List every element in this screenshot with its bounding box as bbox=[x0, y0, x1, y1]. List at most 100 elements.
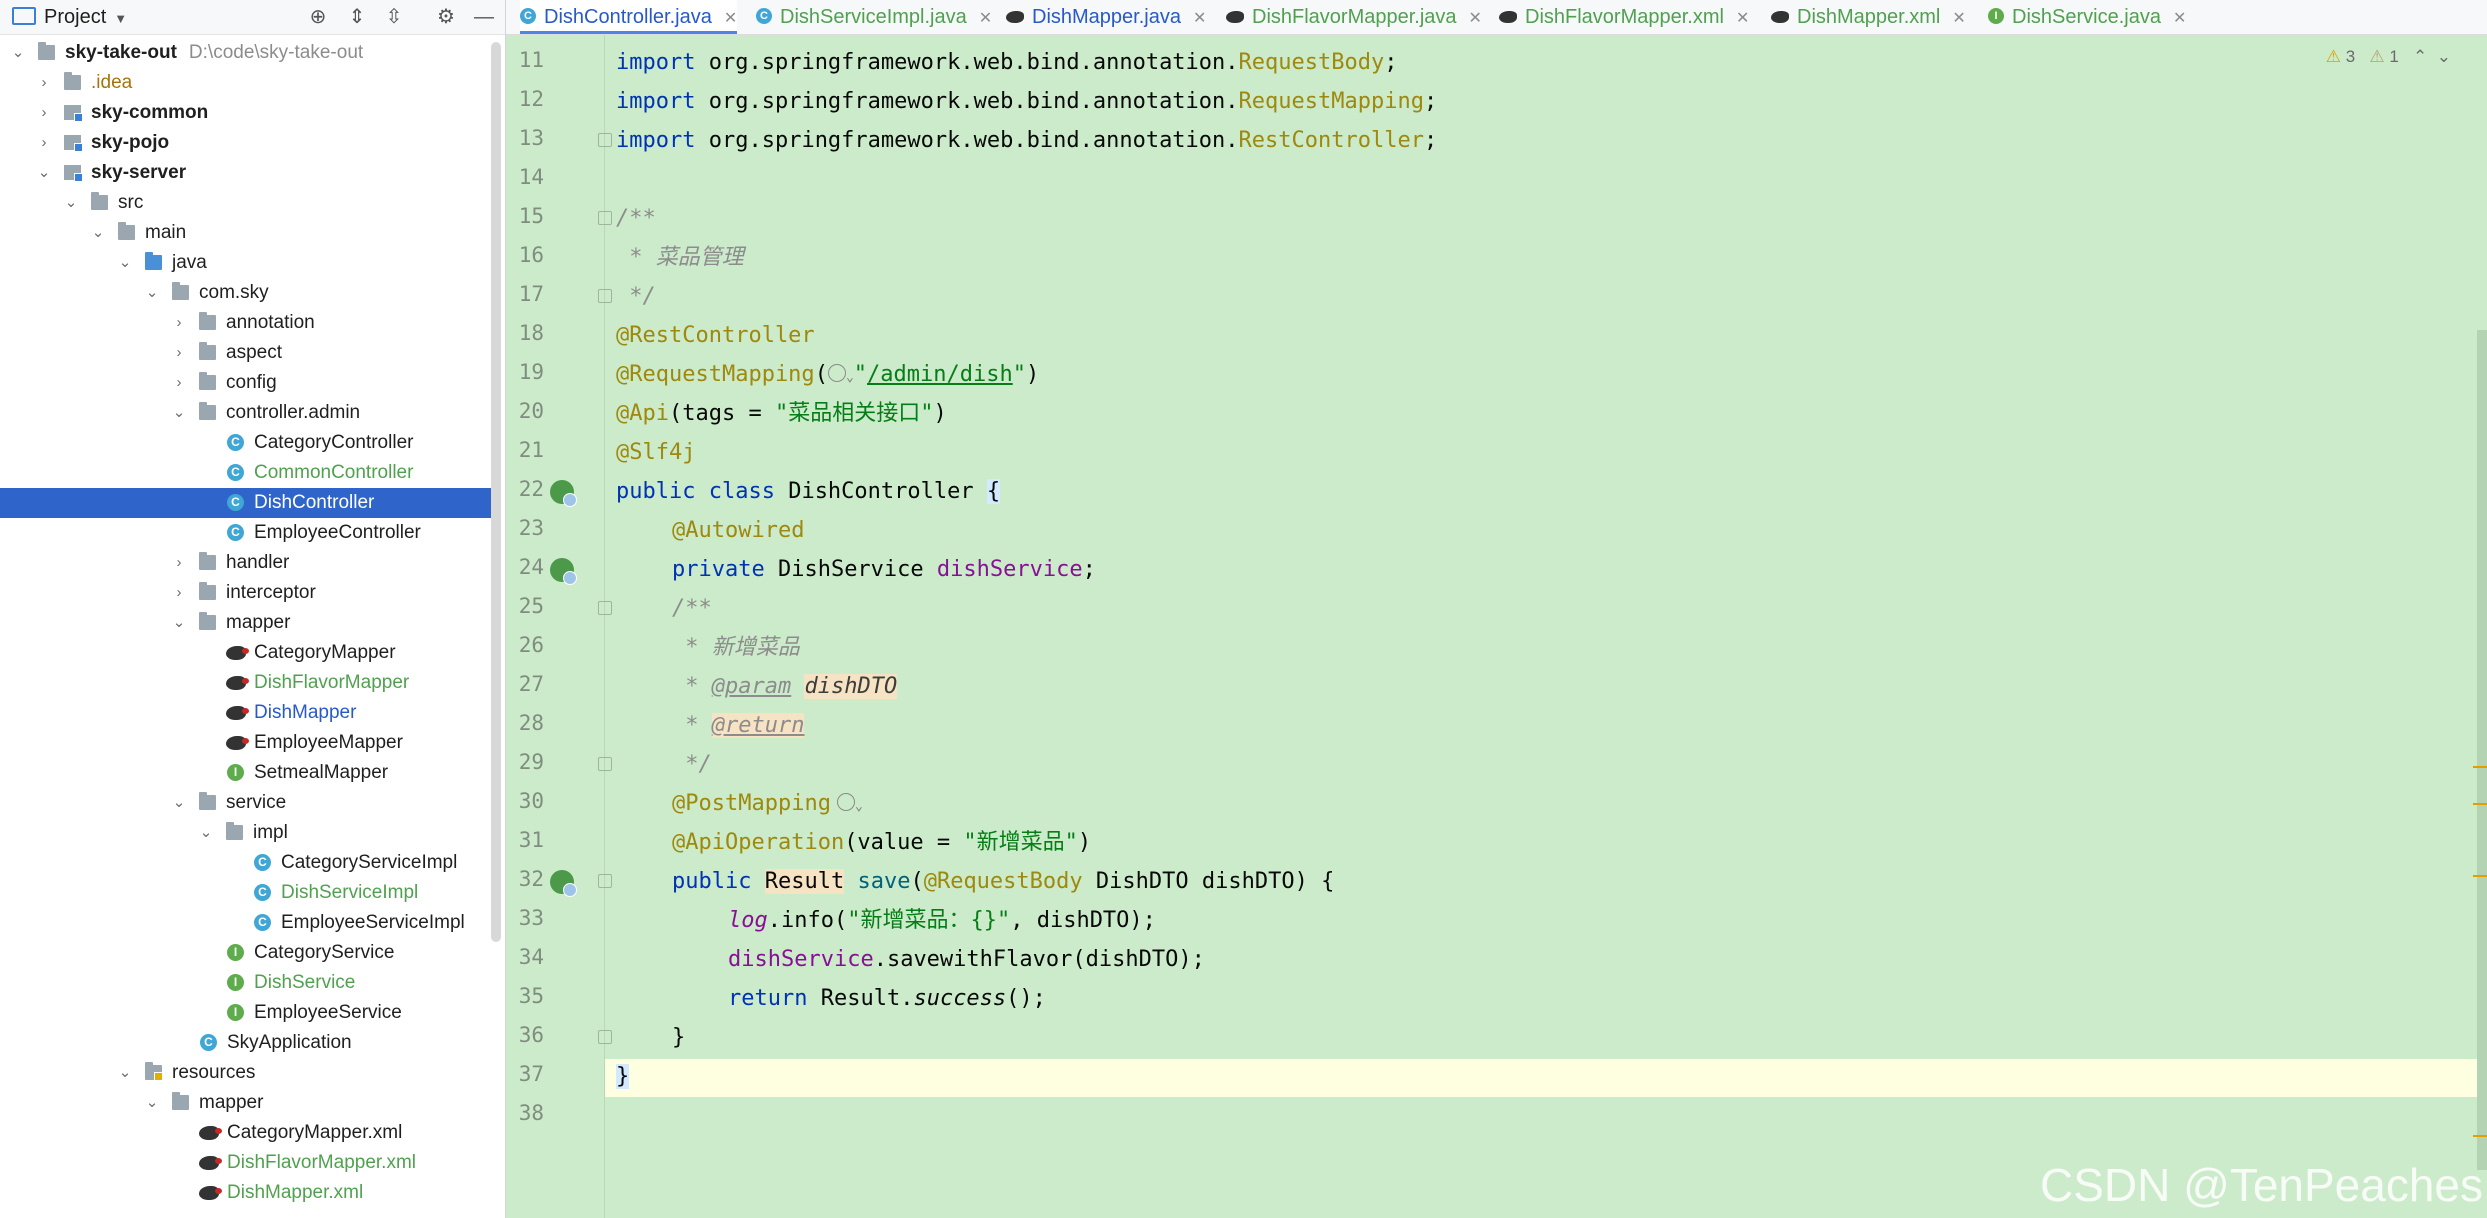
close-icon[interactable]: ✕ bbox=[1469, 10, 1482, 27]
chevron-down-icon[interactable]: ⌄ bbox=[10, 38, 26, 68]
tree-item-sky-server[interactable]: ⌄ sky-server bbox=[0, 158, 492, 188]
close-icon[interactable]: ✕ bbox=[1736, 10, 1749, 27]
chevron-down-icon[interactable]: ⌄ bbox=[198, 818, 214, 848]
tree-item-sky-pojo[interactable]: › sky-pojo bbox=[0, 128, 492, 158]
collapse-all-icon[interactable]: ⇳ bbox=[380, 3, 408, 31]
tree-item-category-mapper[interactable]: CategoryMapper bbox=[0, 638, 492, 668]
tree-item-employee-service-impl[interactable]: C EmployeeServiceImpl bbox=[0, 908, 492, 938]
tree-item-category-service[interactable]: I CategoryService bbox=[0, 938, 492, 968]
chevron-down-icon[interactable]: ⌄ bbox=[90, 218, 106, 248]
warning-marker[interactable] bbox=[2473, 875, 2487, 877]
chevron-down-icon[interactable]: ⌄ bbox=[2437, 47, 2451, 66]
globe-icon[interactable] bbox=[836, 793, 855, 811]
web-endpoint-icon[interactable] bbox=[550, 870, 577, 897]
chevron-down-icon[interactable]: ⌄ bbox=[144, 278, 160, 308]
fold-marker-icon[interactable] bbox=[598, 289, 612, 303]
tree-item-main[interactable]: ⌄ main bbox=[0, 218, 492, 248]
tree-item-dish-service-impl[interactable]: C DishServiceImpl bbox=[0, 878, 492, 908]
chevron-down-icon[interactable]: ⌄ bbox=[117, 1058, 133, 1088]
fold-marker-icon[interactable] bbox=[598, 874, 612, 888]
close-icon[interactable]: ✕ bbox=[724, 10, 737, 27]
chevron-right-icon[interactable]: › bbox=[36, 98, 52, 128]
chevron-right-icon[interactable]: › bbox=[171, 308, 187, 338]
project-scrollbar[interactable] bbox=[491, 42, 501, 942]
chevron-down-icon[interactable]: ⌄ bbox=[855, 799, 863, 814]
close-icon[interactable]: ✕ bbox=[1952, 10, 1965, 27]
tree-item-category-mapper-xml[interactable]: CategoryMapper.xml bbox=[0, 1118, 492, 1148]
tree-item-impl[interactable]: ⌄ impl bbox=[0, 818, 492, 848]
tab-dish-mapper-java[interactable]: DishMapper.java ✕ bbox=[1006, 0, 1206, 34]
tab-dish-service-java[interactable]: I DishService.java ✕ bbox=[1988, 0, 2186, 34]
chevron-right-icon[interactable]: › bbox=[171, 368, 187, 398]
tree-item-dish-service[interactable]: I DishService bbox=[0, 968, 492, 998]
chevron-down-icon[interactable]: ⌄ bbox=[171, 608, 187, 638]
code-editor[interactable]: 11 12 13 14 15 16 17 18 19 20 21 22 23 2… bbox=[506, 35, 2487, 1218]
chevron-down-icon[interactable]: ⌄ bbox=[63, 188, 79, 218]
expand-all-icon[interactable]: ⇕ bbox=[343, 3, 371, 31]
chevron-down-icon[interactable]: ⌄ bbox=[144, 1088, 160, 1118]
tree-item-common-controller[interactable]: C CommonController bbox=[0, 458, 492, 488]
fold-marker-icon[interactable] bbox=[598, 1030, 612, 1044]
project-view-selector[interactable]: Project ▼ bbox=[12, 0, 127, 34]
tab-dish-service-impl-java[interactable]: C DishServiceImpl.java ✕ bbox=[756, 0, 992, 34]
chevron-down-icon[interactable]: ⌄ bbox=[846, 370, 854, 385]
close-icon[interactable]: ✕ bbox=[1193, 10, 1206, 27]
target-icon[interactable]: ⊕ bbox=[304, 3, 332, 31]
tree-item-annotation[interactable]: › annotation bbox=[0, 308, 492, 338]
tree-item-controller-admin[interactable]: ⌄ controller.admin bbox=[0, 398, 492, 428]
gear-icon[interactable]: ⚙ bbox=[432, 3, 460, 31]
close-icon[interactable]: ✕ bbox=[2173, 10, 2186, 27]
tree-item-employee-controller[interactable]: C EmployeeController bbox=[0, 518, 492, 548]
tree-item-java[interactable]: ⌄ java bbox=[0, 248, 492, 278]
minimize-icon[interactable]: — bbox=[470, 3, 498, 31]
inspection-widget[interactable]: ⚠ 3 ⚠ 1 ⌃ ⌄ bbox=[2326, 47, 2451, 67]
tree-item-handler[interactable]: › handler bbox=[0, 548, 492, 578]
tab-dish-flavor-mapper-xml[interactable]: DishFlavorMapper.xml ✕ bbox=[1499, 0, 1749, 34]
chevron-right-icon[interactable]: › bbox=[36, 68, 52, 98]
fold-marker-icon[interactable] bbox=[598, 601, 612, 615]
tree-item-resources[interactable]: ⌄ resources bbox=[0, 1058, 492, 1088]
tree-item-config[interactable]: › config bbox=[0, 368, 492, 398]
tree-item-aspect[interactable]: › aspect bbox=[0, 338, 492, 368]
tree-item-interceptor[interactable]: › interceptor bbox=[0, 578, 492, 608]
warning-marker[interactable] bbox=[2473, 803, 2487, 805]
tab-dish-mapper-xml[interactable]: DishMapper.xml ✕ bbox=[1771, 0, 1966, 34]
chevron-down-icon[interactable]: ⌄ bbox=[36, 158, 52, 188]
close-icon[interactable]: ✕ bbox=[979, 10, 992, 27]
tab-dish-controller-java[interactable]: C DishController.java ✕ bbox=[520, 0, 738, 34]
warning-marker[interactable] bbox=[2473, 1135, 2487, 1137]
fold-marker-icon[interactable] bbox=[598, 133, 612, 147]
chevron-down-icon[interactable]: ⌄ bbox=[171, 788, 187, 818]
tree-item-mapper[interactable]: ⌄ mapper bbox=[0, 608, 492, 638]
fold-marker-icon[interactable] bbox=[598, 757, 612, 771]
fold-marker-icon[interactable] bbox=[598, 211, 612, 225]
chevron-up-icon[interactable]: ⌃ bbox=[2413, 47, 2427, 66]
tree-item-com-sky[interactable]: ⌄ com.sky bbox=[0, 278, 492, 308]
tree-item-setmeal-mapper[interactable]: I SetmealMapper bbox=[0, 758, 492, 788]
tree-item-employee-service[interactable]: I EmployeeService bbox=[0, 998, 492, 1028]
spring-autowired-icon[interactable] bbox=[550, 558, 577, 585]
spring-bean-icon[interactable] bbox=[550, 480, 577, 507]
tree-item-dish-flavor-mapper-xml[interactable]: DishFlavorMapper.xml bbox=[0, 1148, 492, 1178]
chevron-down-icon[interactable]: ⌄ bbox=[117, 248, 133, 278]
tree-item-dish-flavor-mapper[interactable]: DishFlavorMapper bbox=[0, 668, 492, 698]
tree-item-resources-mapper[interactable]: ⌄ mapper bbox=[0, 1088, 492, 1118]
tree-item-service[interactable]: ⌄ service bbox=[0, 788, 492, 818]
globe-icon[interactable] bbox=[827, 364, 846, 382]
tree-item-sky-common[interactable]: › sky-common bbox=[0, 98, 492, 128]
tree-item-idea[interactable]: › .idea bbox=[0, 68, 492, 98]
warning-marker[interactable] bbox=[2473, 766, 2487, 768]
tree-item-category-service-impl[interactable]: C CategoryServiceImpl bbox=[0, 848, 492, 878]
tree-item-src[interactable]: ⌄ src bbox=[0, 188, 492, 218]
tree-item-dish-controller[interactable]: C DishController bbox=[0, 488, 492, 518]
chevron-right-icon[interactable]: › bbox=[171, 548, 187, 578]
tree-item-employee-mapper[interactable]: EmployeeMapper bbox=[0, 728, 492, 758]
editor-scrollbar[interactable] bbox=[2477, 330, 2487, 1170]
tree-item-category-controller[interactable]: C CategoryController bbox=[0, 428, 492, 458]
tab-dish-flavor-mapper-java[interactable]: DishFlavorMapper.java ✕ bbox=[1226, 0, 1482, 34]
tree-item-sky-take-out[interactable]: ⌄ sky-take-out D:\code\sky-take-out bbox=[0, 38, 492, 68]
tree-item-dish-mapper-xml[interactable]: DishMapper.xml bbox=[0, 1178, 492, 1208]
chevron-right-icon[interactable]: › bbox=[171, 578, 187, 608]
endpoint-url-link[interactable]: /admin/dish bbox=[867, 362, 1013, 387]
chevron-right-icon[interactable]: › bbox=[171, 338, 187, 368]
